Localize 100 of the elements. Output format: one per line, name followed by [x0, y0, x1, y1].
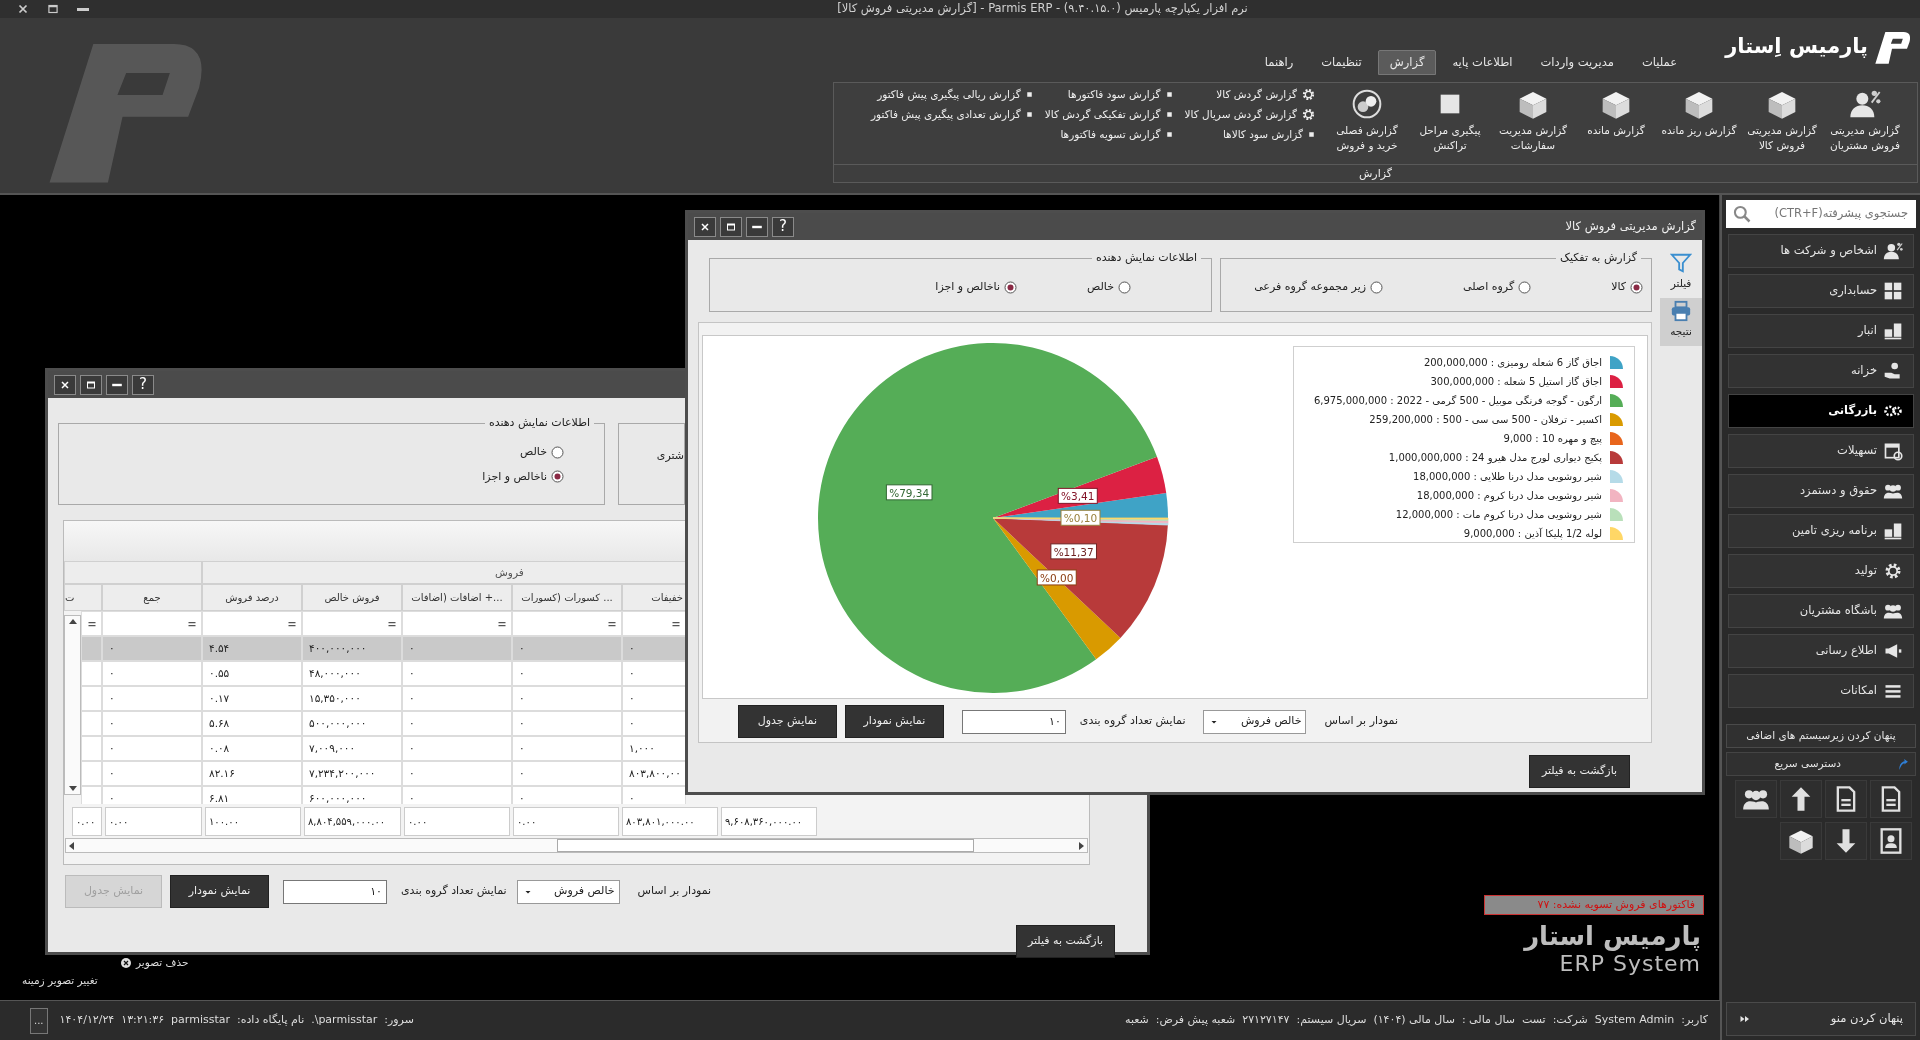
table-cell: ۰ — [102, 686, 202, 711]
table-cell: ۴۸,۰۰۰,۰۰۰ — [302, 661, 402, 686]
table-cell: ۰ — [102, 661, 202, 686]
table-cell: ۰ — [622, 661, 686, 686]
total-cell: ۰.۰۰ — [105, 807, 202, 836]
table-cell: ۰ — [402, 736, 512, 761]
status-label: سال مالی : — [1461, 1012, 1515, 1029]
status-value: ۲۷۱۲۷۱۴۷ — [1242, 1012, 1290, 1029]
table-cell: ۰ — [402, 761, 512, 786]
total-cell: ۰.۰۰ — [513, 807, 619, 836]
group-label: گزارش — [1358, 167, 1393, 180]
table-cell: ۰ — [512, 786, 622, 804]
group-title: اطلاعات نمایش دهنده — [1091, 250, 1201, 267]
table-cell: ۵.۶۸ — [202, 711, 302, 736]
table-cell: ۷,۰۰۹,۰۰۰ — [302, 736, 402, 761]
table-cell: ۰ — [622, 786, 686, 804]
table-cell: ۸۲.۱۶ — [202, 761, 302, 786]
window-title: نرم افزار یکپارچه پارمیس (۹.۴۰.۱۵.۰) - Parmis ERP - [گزارش مدیریتی فروش کالا] — [837, 0, 1248, 18]
legend-label: اجاق گاز استیل 5 شعله : 300,000,000 — [1430, 375, 1602, 389]
table-cell: ۰ — [622, 686, 686, 711]
status-value: سال مالی (۱۴۰۴) — [1373, 1012, 1455, 1029]
status-label: نام پایگاه داده: — [237, 1012, 305, 1029]
status-value: تست — [1521, 1012, 1546, 1029]
status-value: parmisstar — [171, 1012, 230, 1029]
table-cell: ۰.۰۸ — [202, 736, 302, 761]
table-cell: ۰ — [512, 686, 622, 711]
status-label: کاربر: — [1681, 1012, 1708, 1029]
table-cell: ۷,۲۳۴,۲۰۰,۰۰۰ — [302, 761, 402, 786]
table-cell: ۰ — [402, 636, 512, 661]
brand-name: پارمیس استار — [1524, 921, 1701, 953]
logo-text: پارمیس اِستار — [1725, 32, 1868, 60]
legend-label: ارگون - گوجه فرنگی موبیل - 500 گرمی - 2022 : 6,975,000,000 — [1313, 394, 1602, 408]
table-cell: ۶.۸۱ — [202, 786, 302, 804]
legend-label: اکسیر - ترفلان - 500 سی سی - 500 : 259,200,000 — [1369, 413, 1602, 427]
dialog-title: گزارش مدیریتی فروش کالا — [1565, 217, 1696, 236]
table-cell: ۰ — [512, 736, 622, 761]
data-label: %11,37 — [1050, 543, 1097, 560]
option-label: شتری — [656, 448, 684, 464]
table-cell: ۰.۱۷ — [202, 686, 302, 711]
data-label: %0,00 — [1036, 569, 1077, 586]
table-cell: ۰ — [512, 711, 622, 736]
data-label: %79,34 — [889, 486, 930, 499]
table-cell: ۴.۵۴ — [202, 636, 302, 661]
table-cell: ۰ — [512, 761, 622, 786]
total-cell: ۸,۸۰۴,۵۵۹,۰۰۰.۰۰ — [304, 807, 401, 836]
legend-label: پکیج دیواری لورج مدل هیرو 24 : 1,000,000,000 — [1388, 451, 1602, 465]
table-cell: ۱,۰۰۰ — [622, 736, 686, 761]
field-label: نمودار بر اساس — [637, 883, 712, 900]
table-cell: ۰ — [402, 711, 512, 736]
table-cell: ۵۰۰,۰۰۰,۰۰۰ — [302, 711, 402, 736]
data-label: %3,41 — [1057, 487, 1098, 504]
total-cell: ۹,۶۰۸,۳۶۰,۰۰۰.۰۰ — [721, 807, 817, 836]
total-cell: ۰.۰۰ — [404, 807, 510, 836]
table-cell: ۰ — [402, 661, 512, 686]
table-cell: ۰ — [102, 761, 202, 786]
legend-label: شیر روشویی مدل درنا کروم : 18,000,000 — [1416, 489, 1602, 503]
table-cell: ۰ — [512, 636, 622, 661]
notice-banner: فاکتورهای فروش تسویه نشده: ۷۷ — [1484, 895, 1704, 915]
table-cell: ۰.۵۵ — [202, 661, 302, 686]
group-title: گزارش به تفکیک — [1556, 250, 1641, 267]
field-label: نمایش تعداد گروه بندی — [401, 883, 507, 900]
brand-subtitle: ERP System — [1559, 952, 1701, 977]
legend-label: لوله 1/2 پلیکا آذین : 9,000,000 — [1463, 526, 1602, 541]
status-label: شرکت: — [1552, 1012, 1588, 1029]
table-cell: ۰ — [512, 661, 622, 686]
table-cell: ۸۰۳,۸۰۰,۰۰ — [622, 761, 686, 786]
status-date: ۱۴۰۴/۱۲/۲۴ — [59, 1012, 115, 1029]
data-label: %79,34 — [885, 484, 933, 501]
table-cell: ۰ — [622, 636, 686, 661]
legend-label: اجاق گاز 6 شعله رومیزی : 200,000,000 — [1423, 356, 1602, 370]
column-group-header: فروش — [495, 566, 524, 578]
table-cell: ۰ — [402, 686, 512, 711]
legend-label: پیچ و مهره 10 : 9,000 — [1503, 432, 1602, 446]
status-label: سرور: — [384, 1012, 414, 1029]
legend-label: شیر روشویی مدل درنا کروم مات : 12,000,000 — [1395, 508, 1602, 522]
group-title: اطلاعات نمایش دهنده — [484, 415, 594, 432]
table-cell: ۰ — [102, 636, 202, 661]
status-label: شعبه پیش فرض: — [1155, 1012, 1236, 1029]
field-label: نمایش تعداد گروه بندی — [1079, 713, 1186, 730]
status-value: System Admin — [1594, 1012, 1675, 1029]
table-cell: ۰ — [402, 786, 512, 804]
legend-label: شیر روشویی مدل درنا طلایی : 18,000,000 — [1413, 470, 1602, 484]
data-label: %3,41 — [1061, 490, 1095, 503]
status-time: ۱۳:۲۱:۳۶ — [121, 1012, 165, 1029]
status-label: سریال سیستم: — [1296, 1012, 1367, 1029]
table-cell: ۱۵,۳۵۰,۰۰۰ — [302, 686, 402, 711]
total-cell: ۰.۰۰ — [72, 807, 102, 836]
field-label: نمودار بر اساس — [1324, 713, 1398, 730]
total-cell: ۸۰۳,۸۰۱,۰۰۰.۰۰ — [622, 807, 718, 836]
data-label: %0,10 — [1060, 509, 1101, 526]
table-cell: ۰ — [622, 711, 686, 736]
table-cell: ۶۰۰,۰۰۰,۰۰۰ — [302, 786, 402, 804]
table-cell: ۰ — [102, 711, 202, 736]
total-cell: ۱۰۰.۰۰ — [205, 807, 301, 836]
section-title: دسترسی سریع — [1774, 756, 1841, 772]
status-value: .\parmisstar — [311, 1012, 378, 1029]
table-cell: ۰ — [102, 786, 202, 804]
status-value: شعبه — [1125, 1012, 1149, 1029]
table-cell: ۴۰۰,۰۰۰,۰۰۰ — [302, 636, 402, 661]
table-cell: ۰ — [102, 736, 202, 761]
